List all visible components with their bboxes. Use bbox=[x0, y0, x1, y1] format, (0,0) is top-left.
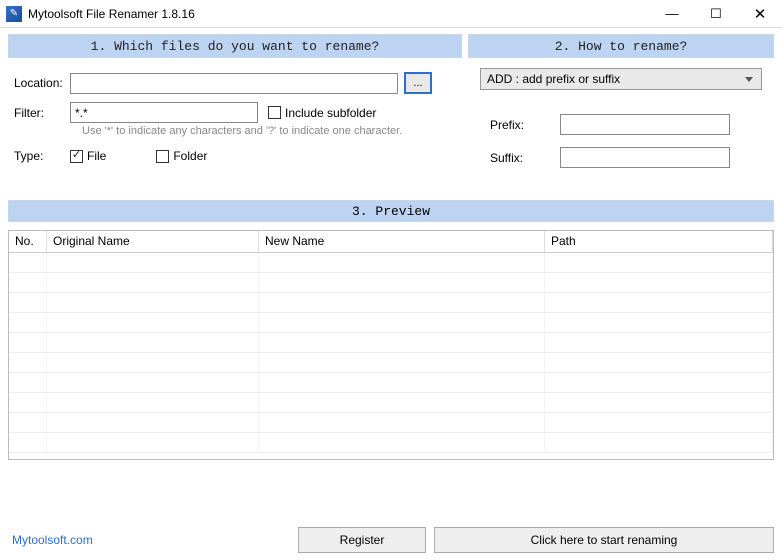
table-row bbox=[9, 253, 773, 273]
section2-header: 2. How to rename? bbox=[468, 34, 774, 58]
section1-header: 1. Which files do you want to rename? bbox=[8, 34, 462, 58]
start-renaming-button[interactable]: Click here to start renaming bbox=[434, 527, 774, 553]
type-folder-checkbox[interactable]: Folder bbox=[156, 149, 207, 163]
preview-table: No. Original Name New Name Path bbox=[8, 230, 774, 460]
include-subfolder-checkbox[interactable]: Include subfolder bbox=[268, 106, 376, 120]
window-title: Mytoolsoft File Renamer 1.8.16 bbox=[28, 7, 650, 21]
suffix-label: Suffix: bbox=[490, 151, 540, 165]
prefix-input[interactable] bbox=[560, 114, 730, 135]
footer: Mytoolsoft.com Register Click here to st… bbox=[0, 520, 782, 560]
section3-header: 3. Preview bbox=[8, 200, 774, 222]
minimize-button[interactable]: — bbox=[650, 0, 694, 28]
prefix-label: Prefix: bbox=[490, 118, 540, 132]
location-input[interactable] bbox=[70, 73, 398, 94]
filter-input[interactable] bbox=[70, 102, 258, 123]
table-row bbox=[9, 273, 773, 293]
rename-mode-dropdown[interactable]: ADD : add prefix or suffix bbox=[480, 68, 762, 90]
maximize-button[interactable]: ☐ bbox=[694, 0, 738, 28]
col-no[interactable]: No. bbox=[9, 231, 47, 252]
type-folder-label: Folder bbox=[173, 149, 207, 163]
table-row bbox=[9, 293, 773, 313]
browse-button[interactable]: ... bbox=[404, 72, 432, 94]
table-header-row: No. Original Name New Name Path bbox=[9, 231, 773, 253]
location-label: Location: bbox=[14, 76, 70, 90]
table-row bbox=[9, 413, 773, 433]
type-file-checkbox[interactable]: File bbox=[70, 149, 106, 163]
close-button[interactable]: ✕ bbox=[738, 0, 782, 28]
table-row bbox=[9, 353, 773, 373]
col-original-name[interactable]: Original Name bbox=[47, 231, 259, 252]
type-label: Type: bbox=[14, 149, 70, 163]
table-row bbox=[9, 433, 773, 453]
table-row bbox=[9, 373, 773, 393]
brand-link[interactable]: Mytoolsoft.com bbox=[8, 533, 290, 547]
col-new-name[interactable]: New Name bbox=[259, 231, 545, 252]
include-subfolder-label: Include subfolder bbox=[285, 106, 376, 120]
table-body[interactable] bbox=[9, 253, 773, 459]
type-folder-box[interactable] bbox=[156, 150, 169, 163]
filter-hint: Use '*' to indicate any characters and '… bbox=[82, 125, 460, 137]
table-row bbox=[9, 333, 773, 353]
table-row bbox=[9, 393, 773, 413]
title-bar: ✎ Mytoolsoft File Renamer 1.8.16 — ☐ ✕ bbox=[0, 0, 782, 28]
register-button[interactable]: Register bbox=[298, 527, 426, 553]
col-path[interactable]: Path bbox=[545, 231, 773, 252]
app-icon: ✎ bbox=[6, 6, 22, 22]
type-file-label: File bbox=[87, 149, 106, 163]
include-subfolder-box[interactable] bbox=[268, 106, 281, 119]
suffix-input[interactable] bbox=[560, 147, 730, 168]
filter-label: Filter: bbox=[14, 106, 70, 120]
table-row bbox=[9, 313, 773, 333]
rename-mode-selected: ADD : add prefix or suffix bbox=[487, 72, 620, 86]
type-file-box[interactable] bbox=[70, 150, 83, 163]
